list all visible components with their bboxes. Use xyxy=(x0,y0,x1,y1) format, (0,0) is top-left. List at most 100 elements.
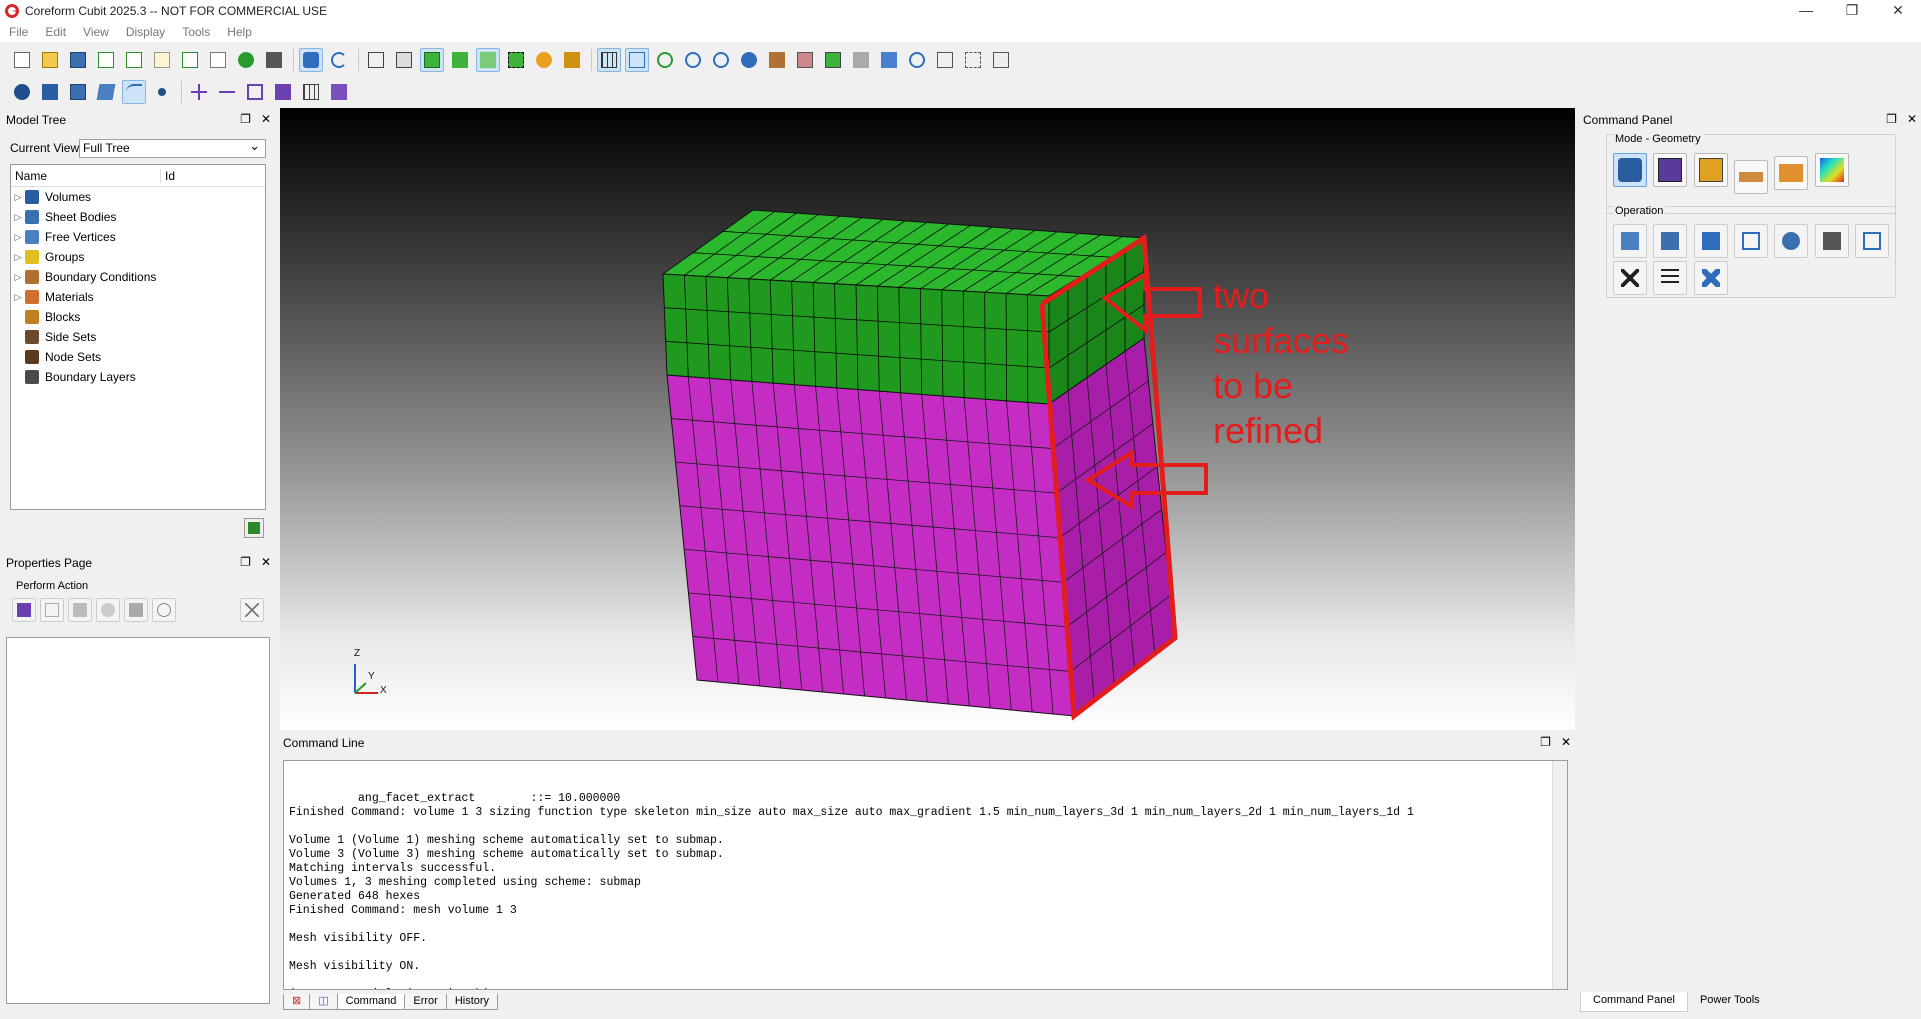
pick-body-button[interactable] xyxy=(10,80,34,104)
smooth-shade-button[interactable] xyxy=(420,48,444,72)
graphics-viewport[interactable]: Z Y X two surfaces to be refined xyxy=(280,108,1575,730)
minimize-button[interactable]: — xyxy=(1783,0,1829,22)
float-icon[interactable]: ❐ xyxy=(240,555,251,569)
pick-vertex-button[interactable] xyxy=(150,80,174,104)
pick-face-button[interactable] xyxy=(243,80,267,104)
menu-view[interactable]: View xyxy=(83,25,109,39)
close-button[interactable]: ✕ xyxy=(1875,0,1921,22)
open-file-button[interactable] xyxy=(38,48,62,72)
menu-edit[interactable]: Edit xyxy=(45,25,66,39)
action-mesh-button[interactable] xyxy=(124,598,148,622)
journal-button[interactable] xyxy=(150,48,174,72)
mesh-mode-button[interactable] xyxy=(1653,153,1688,187)
modify-operation-button[interactable] xyxy=(1653,224,1688,258)
cleanup-operation-button[interactable] xyxy=(1613,261,1647,295)
undo-button[interactable] xyxy=(327,48,351,72)
delete-operation-button[interactable] xyxy=(1693,261,1728,295)
pick-tet-button[interactable] xyxy=(327,80,351,104)
action-light-button[interactable] xyxy=(96,598,120,622)
pick-curve-button[interactable] xyxy=(122,80,146,104)
menu-tools[interactable]: Tools xyxy=(182,25,210,39)
pick-surface-button[interactable] xyxy=(94,80,118,104)
view-iso-button[interactable] xyxy=(821,48,845,72)
tree-item[interactable]: ▷ Sheet Bodies xyxy=(11,207,265,227)
perspective-button[interactable] xyxy=(765,48,789,72)
wireframe-button[interactable] xyxy=(364,48,388,72)
menu-display[interactable]: Display xyxy=(126,25,165,39)
menu-file[interactable]: File xyxy=(9,25,28,39)
close-icon[interactable]: ✕ xyxy=(1907,112,1917,126)
expand-arrow-icon[interactable]: ▷ xyxy=(11,212,25,223)
geometry-mode-button[interactable] xyxy=(1613,153,1647,187)
refresh-button[interactable] xyxy=(653,48,677,72)
zoom-in-button[interactable] xyxy=(681,48,705,72)
window-button[interactable] xyxy=(989,48,1013,72)
lights-button[interactable] xyxy=(532,48,556,72)
view-side-button[interactable] xyxy=(877,48,901,72)
tab-error[interactable]: Error xyxy=(404,994,447,1010)
grid-button[interactable] xyxy=(597,48,621,72)
fit-button[interactable] xyxy=(961,48,985,72)
view-top-button[interactable] xyxy=(849,48,873,72)
tree-item[interactable]: ▷ Groups xyxy=(11,247,265,267)
shade-button[interactable] xyxy=(448,48,472,72)
tab-command[interactable]: Command xyxy=(336,994,406,1010)
boolean-operation-button[interactable] xyxy=(1774,224,1809,258)
stop-button[interactable] xyxy=(262,48,286,72)
tab-command-panel[interactable]: Command Panel xyxy=(1580,992,1688,1012)
list-operation-button[interactable] xyxy=(1653,261,1688,295)
action-surface-button[interactable] xyxy=(68,598,92,622)
action-select-button[interactable] xyxy=(12,598,36,622)
pick-volume-alt-button[interactable] xyxy=(66,80,90,104)
console-clear-icon[interactable]: ⊠ xyxy=(283,994,311,1010)
play-journal-button[interactable] xyxy=(178,48,202,72)
clip-button[interactable] xyxy=(933,48,957,72)
tab-power-tools[interactable]: Power Tools xyxy=(1688,992,1772,1012)
tree-item[interactable]: Node Sets xyxy=(11,347,265,367)
pause-button[interactable] xyxy=(234,48,258,72)
select-tool-button[interactable] xyxy=(299,48,323,72)
transparent-button[interactable] xyxy=(476,48,500,72)
pick-hex-button[interactable] xyxy=(271,80,295,104)
pick-volume-button[interactable] xyxy=(38,80,62,104)
save-button[interactable] xyxy=(66,48,90,72)
copy-operation-button[interactable] xyxy=(1734,224,1769,258)
boundary-mode-button[interactable] xyxy=(1693,153,1728,187)
imprint-operation-button[interactable] xyxy=(1855,224,1890,258)
cut-view-button[interactable] xyxy=(560,48,584,72)
analysis-mode-button[interactable] xyxy=(1814,153,1849,187)
command-output[interactable]: ang_facet_extract ::= 10.000000 Finished … xyxy=(283,760,1568,990)
pick-edge-button[interactable] xyxy=(215,80,239,104)
tree-item[interactable]: Blocks xyxy=(11,307,265,327)
action-grid-button[interactable] xyxy=(40,598,64,622)
close-icon[interactable]: ✕ xyxy=(261,112,271,126)
tree-item[interactable]: ▷ Free Vertices xyxy=(11,227,265,247)
close-icon[interactable]: ✕ xyxy=(1561,735,1571,749)
column-name[interactable]: Name xyxy=(11,168,161,183)
close-icon[interactable]: ✕ xyxy=(261,555,271,569)
tree-item[interactable]: Boundary Layers xyxy=(11,367,265,387)
tree-item[interactable]: ▷ Volumes xyxy=(11,187,265,207)
hidden-line-button[interactable] xyxy=(392,48,416,72)
expand-arrow-icon[interactable]: ▷ xyxy=(11,272,25,283)
navigate-button[interactable] xyxy=(737,48,761,72)
view-bottom-button[interactable] xyxy=(905,48,929,72)
material-mode-button[interactable] xyxy=(1734,160,1769,194)
create-operation-button[interactable] xyxy=(1613,224,1647,258)
menu-help[interactable]: Help xyxy=(227,25,252,39)
tree-item[interactable]: ▷ Boundary Conditions xyxy=(11,267,265,287)
tree-item[interactable]: ▷ Materials xyxy=(11,287,265,307)
tree-action-button[interactable] xyxy=(244,518,264,538)
pick-element-button[interactable] xyxy=(299,80,323,104)
command-scrollbar[interactable] xyxy=(1552,761,1567,989)
expand-arrow-icon[interactable]: ▷ xyxy=(11,292,25,303)
float-icon[interactable]: ❐ xyxy=(1540,735,1551,749)
tab-history[interactable]: History xyxy=(445,994,499,1010)
expand-arrow-icon[interactable]: ▷ xyxy=(11,252,25,263)
action-sweep-button[interactable] xyxy=(152,598,176,622)
view-button[interactable] xyxy=(625,48,649,72)
mesh-view-button[interactable] xyxy=(504,48,528,72)
column-id[interactable]: Id xyxy=(161,169,175,183)
float-icon[interactable]: ❐ xyxy=(1886,112,1897,126)
tree-item[interactable]: Side Sets xyxy=(11,327,265,347)
